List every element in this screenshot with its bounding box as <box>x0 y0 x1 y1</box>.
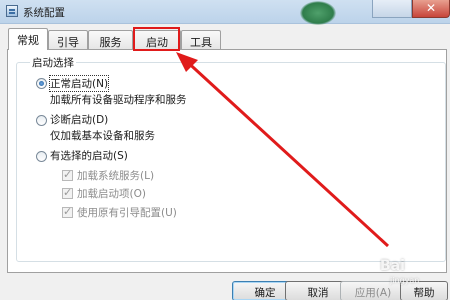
annotation-arrow <box>176 52 390 248</box>
arrow-shaft <box>181 56 390 248</box>
watermark-sub: jingyan <box>390 276 420 285</box>
watermark-brand: Bai <box>380 258 405 274</box>
baidu-watermark-logo: Bai jingyan <box>380 258 448 298</box>
